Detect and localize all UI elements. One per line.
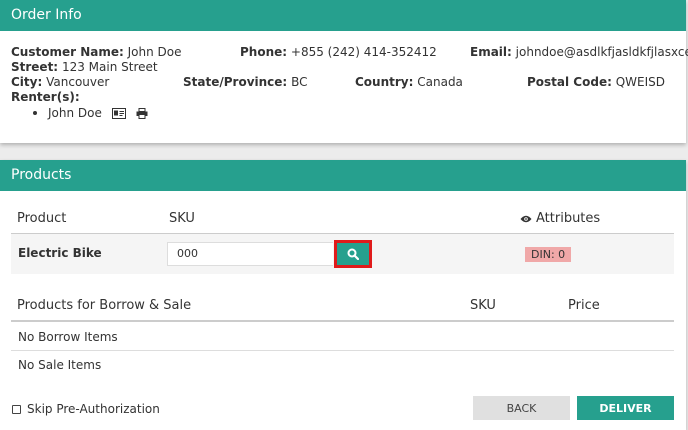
- renter-name: John Doe: [48, 106, 102, 120]
- phone-field: Phone: +855 (242) 414-352412: [240, 45, 437, 59]
- bullet: [33, 111, 37, 115]
- checkbox-box[interactable]: [12, 404, 21, 414]
- deliver-button[interactable]: DELIVER: [577, 396, 674, 420]
- renter-list-item: John Doe: [33, 106, 148, 120]
- search-icon: [347, 248, 359, 260]
- products-panel: Products Product SKU Attributes Electric…: [0, 160, 686, 430]
- city-label: City:: [11, 75, 43, 89]
- renters-label-text: Renter(s):: [11, 90, 80, 104]
- state-label: State/Province:: [183, 75, 288, 89]
- postal-code-field: Postal Code: QWEISD: [527, 75, 665, 89]
- no-sale-items: No Sale Items: [18, 358, 102, 372]
- country-value: Canada: [417, 75, 463, 89]
- street-field: Street: 123 Main Street: [11, 60, 158, 74]
- customer-name-field: Customer Name: John Doe: [11, 45, 182, 59]
- sku-input[interactable]: 000: [167, 242, 333, 266]
- attributes-label: Attributes: [536, 211, 601, 226]
- postal-code-value: QWEISD: [615, 75, 666, 89]
- divider: [11, 350, 674, 351]
- country-label: Country:: [355, 75, 414, 89]
- attributes-column-header: Attributes: [520, 211, 600, 226]
- product-column-header: Product: [17, 211, 67, 226]
- borrow-sku-column-header: SKU: [470, 298, 496, 313]
- customer-name-value: John Doe: [127, 45, 182, 59]
- city-field: City: Vancouver: [11, 75, 109, 89]
- skip-preauth-checkbox[interactable]: Skip Pre-Authorization: [12, 402, 160, 416]
- skip-preauth-label: Skip Pre-Authorization: [27, 402, 160, 416]
- order-info-header: Order Info: [0, 0, 686, 31]
- email-value: johndoe@asdlkfjasldkfjlasxce.org: [515, 45, 688, 59]
- email-label: Email:: [470, 45, 512, 59]
- state-field: State/Province: BC: [183, 75, 307, 89]
- id-card-icon[interactable]: [111, 107, 126, 119]
- no-borrow-items: No Borrow Items: [18, 330, 118, 344]
- sku-column-header: SKU: [169, 211, 195, 226]
- product-name-text: Electric Bike: [18, 246, 102, 260]
- state-value: BC: [291, 75, 308, 89]
- products-header: Products: [0, 160, 686, 191]
- eye-icon: [520, 215, 532, 222]
- phone-value: +855 (242) 414-352412: [290, 45, 437, 59]
- sku-search-button[interactable]: [334, 240, 372, 268]
- city-value: Vancouver: [46, 75, 110, 89]
- price-column-header: Price: [568, 298, 600, 313]
- borrow-sale-column-header: Products for Borrow & Sale: [17, 298, 192, 313]
- product-name: Electric Bike: [18, 246, 102, 260]
- street-label: Street:: [11, 60, 59, 74]
- street-value: 123 Main Street: [61, 60, 158, 74]
- country-field: Country: Canada: [355, 75, 463, 89]
- back-button[interactable]: BACK: [473, 396, 570, 420]
- order-info-panel: Order Info Customer Name: John Doe Phone…: [0, 0, 688, 143]
- email-field: Email: johndoe@asdlkfjasldkfjlasxce.org: [470, 45, 688, 59]
- renters-label: Renter(s):: [11, 90, 80, 104]
- divider: [11, 320, 674, 322]
- attribute-badge: DIN: 0: [525, 247, 572, 262]
- phone-label: Phone:: [240, 45, 288, 59]
- postal-code-label: Postal Code:: [527, 75, 612, 89]
- printer-icon[interactable]: [136, 107, 148, 119]
- customer-name-label: Customer Name:: [11, 45, 124, 59]
